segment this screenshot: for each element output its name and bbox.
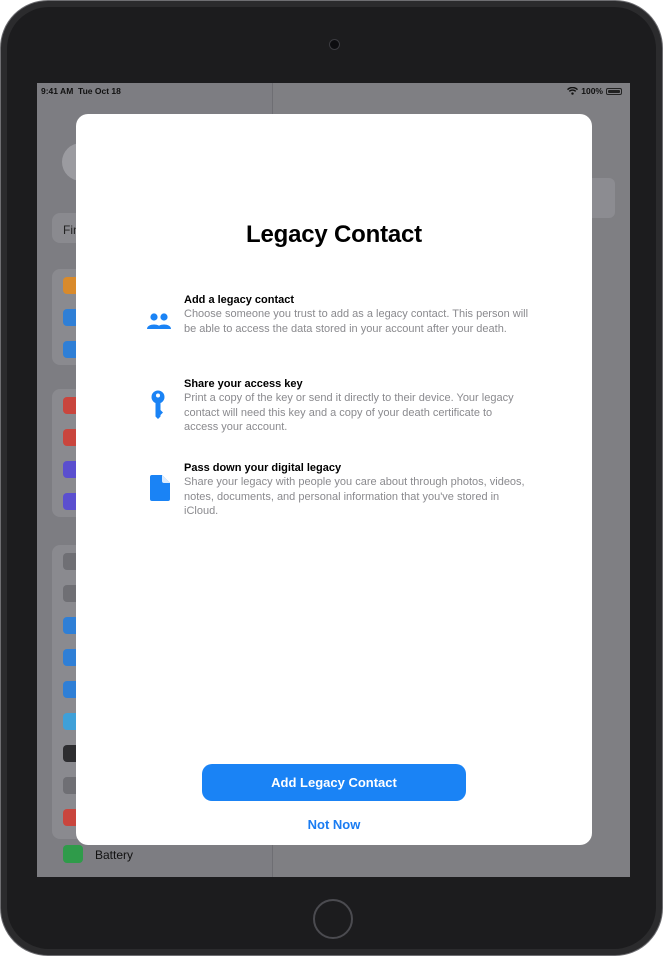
home-button[interactable]	[313, 899, 353, 939]
ipad-frame: Fin Battery 9:41 AM Tue Oct 18 100% Lega…	[0, 0, 663, 956]
status-clock: 9:41 AM	[41, 86, 74, 96]
legacy-contact-sheet: Legacy Contact Add a legacy contact Choo…	[76, 114, 592, 845]
add-legacy-contact-button[interactable]: Add Legacy Contact	[202, 764, 466, 801]
feature-description: Print a copy of the key or send it direc…	[184, 392, 514, 433]
people-icon	[146, 312, 172, 337]
not-now-button[interactable]: Not Now	[259, 813, 409, 835]
feature-title: Pass down your digital legacy	[184, 462, 342, 474]
document-icon	[149, 474, 171, 507]
status-date: Tue Oct 18	[78, 86, 121, 96]
feature-description: Share your legacy with people you care a…	[184, 476, 525, 517]
feature-add-legacy-contact: Add a legacy contact Choose someone you …	[184, 293, 529, 336]
feature-share-access-key: Share your access key Print a copy of th…	[184, 377, 529, 435]
front-camera	[329, 39, 340, 50]
status-bar: 9:41 AM Tue Oct 18 100%	[37, 83, 630, 99]
sheet-title: Legacy Contact	[246, 221, 422, 248]
status-time: 9:41 AM Tue Oct 18	[41, 86, 121, 96]
battery-percent: 100%	[581, 86, 603, 96]
feature-title: Share your access key	[184, 378, 303, 390]
feature-description: Choose someone you trust to add as a leg…	[184, 308, 529, 335]
feature-title: Add a legacy contact	[184, 294, 295, 306]
sidebar-item-label: Battery	[95, 848, 134, 862]
status-battery-icon	[606, 87, 622, 95]
wifi-signal-icon	[567, 87, 579, 95]
battery-icon	[63, 845, 83, 863]
key-icon	[150, 390, 166, 425]
status-indicators: 100%	[567, 86, 622, 96]
feature-pass-down-legacy: Pass down your digital legacy Share your…	[184, 461, 529, 519]
